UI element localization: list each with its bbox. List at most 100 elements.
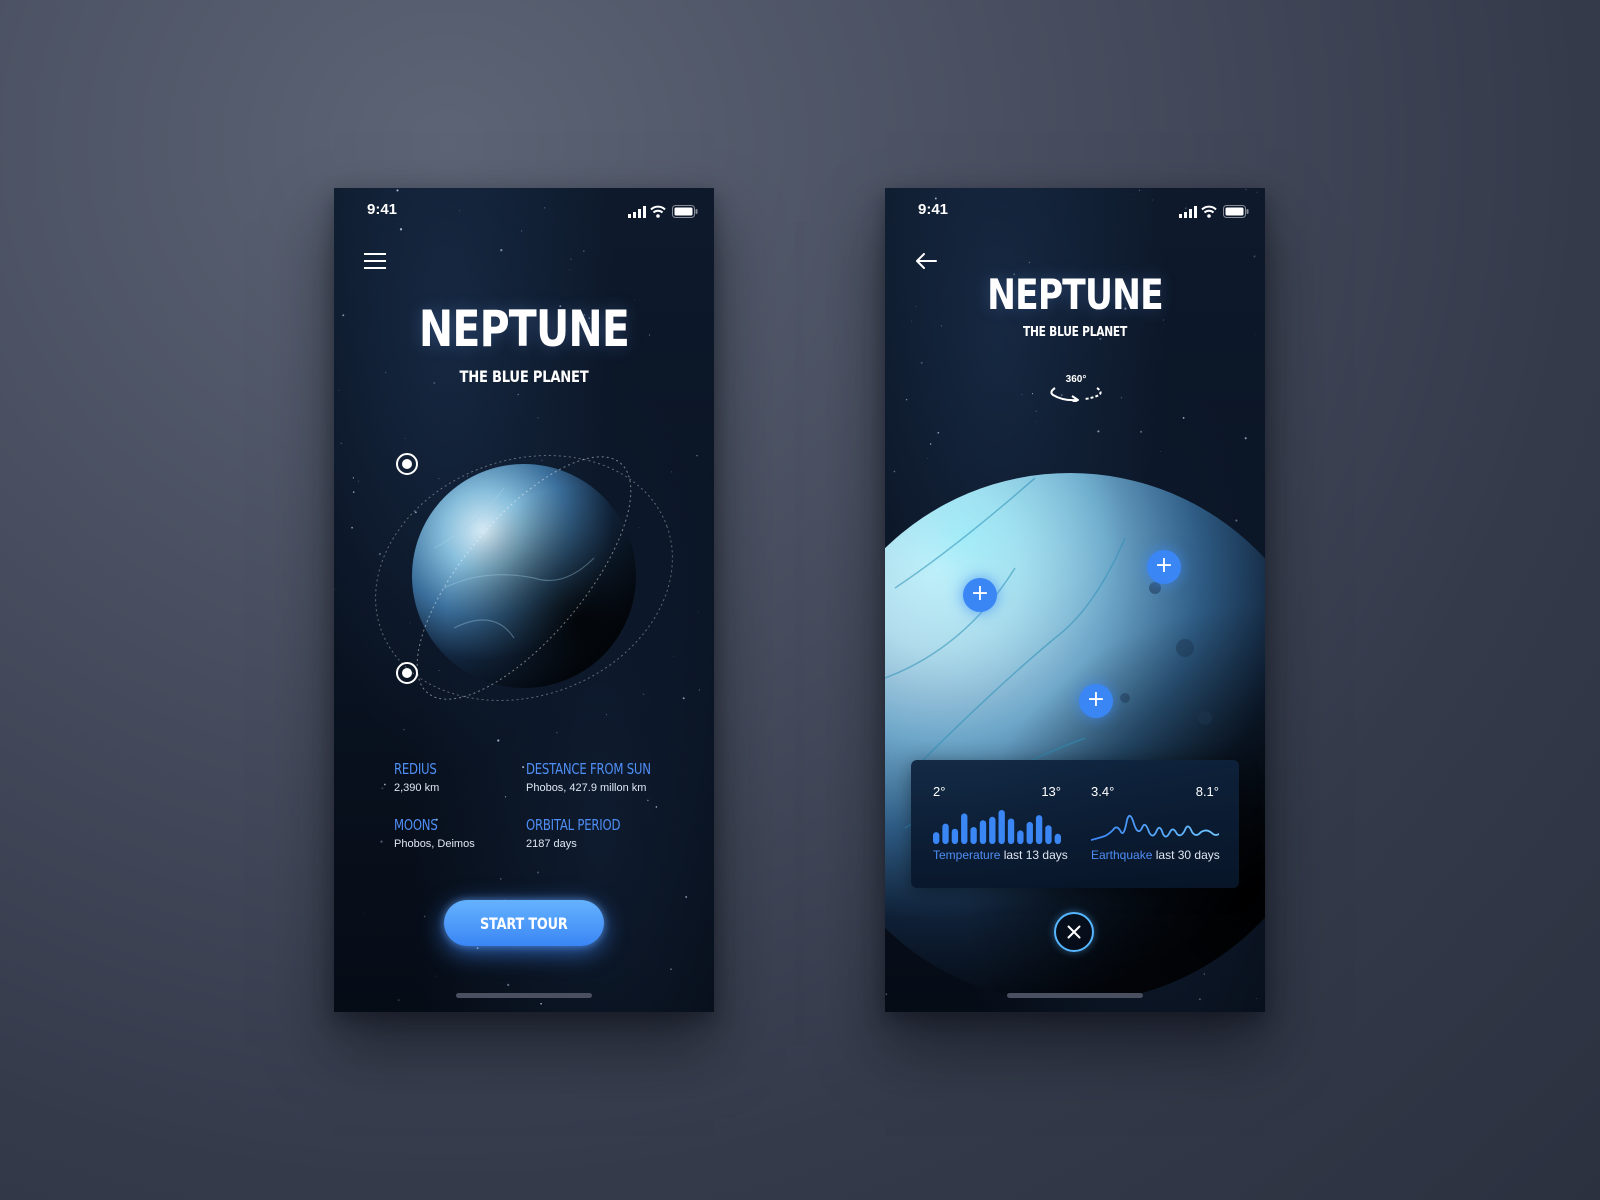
temperature-bar — [1035, 815, 1043, 844]
temperature-bar — [1017, 830, 1024, 844]
wifi-icon — [650, 205, 666, 218]
star — [905, 398, 908, 401]
star — [570, 258, 572, 260]
moon-marker-deimos[interactable] — [396, 453, 418, 475]
status-time: 9:41 — [367, 201, 398, 218]
hotspot-plus-icon[interactable]: + — [1147, 550, 1181, 584]
back-arrow-icon[interactable] — [915, 252, 937, 270]
star — [569, 269, 570, 271]
star — [497, 739, 500, 742]
earthquake-metric: 3.4° 8.1° Earthquake last 30 days — [1091, 774, 1220, 874]
star — [1120, 397, 1123, 399]
stat-value: 2187 days — [526, 838, 577, 850]
star — [396, 189, 399, 192]
star — [1198, 998, 1201, 1001]
star — [1256, 191, 1258, 193]
temperature-bar — [1045, 825, 1052, 844]
star — [1035, 421, 1037, 423]
temperature-caption: Temperature last 13 days — [933, 848, 1068, 862]
temperature-bar — [951, 828, 959, 844]
temperature-bar — [989, 816, 996, 844]
temperature-caption-period: last 13 days — [1003, 848, 1068, 862]
status-time: 9:41 — [918, 201, 949, 218]
page-subtitle: THE BLUE PLANET — [459, 367, 589, 386]
temperature-bar — [1007, 818, 1015, 844]
signal-icon — [628, 206, 646, 218]
planet-detail-screen: 9:41 NEPTUNE THE BLUE PLANET 360° + + + — [885, 188, 1265, 1012]
star — [403, 729, 405, 731]
star — [937, 431, 940, 434]
temperature-bar — [1026, 821, 1033, 844]
rotate-360-icon[interactable]: 360° — [1047, 374, 1105, 402]
star — [380, 840, 383, 843]
temperature-caption-title: Temperature — [933, 848, 1001, 862]
planet-metrics-card: 2° 13° Temperature last 13 days 3.4° 8.1… — [911, 760, 1239, 888]
star — [1255, 997, 1257, 1000]
start-tour-button[interactable]: START TOUR — [444, 900, 604, 946]
earthquake-line-chart — [1091, 814, 1219, 841]
star — [537, 871, 540, 874]
star — [384, 783, 386, 786]
temperature-bar — [1054, 833, 1061, 844]
stat-label: REDIUS — [394, 760, 437, 778]
star — [1253, 255, 1256, 258]
status-icons — [1179, 205, 1249, 219]
star — [655, 806, 658, 808]
wifi-icon — [1201, 205, 1217, 218]
start-tour-label: START TOUR — [480, 913, 568, 933]
page-subtitle: THE BLUE PLANET — [1022, 325, 1128, 340]
star — [1035, 410, 1038, 413]
moon-marker-phobos[interactable] — [396, 662, 418, 684]
battery-icon — [1223, 205, 1249, 218]
star — [423, 915, 426, 918]
star — [647, 799, 649, 802]
star — [521, 230, 523, 232]
home-indicator[interactable] — [456, 993, 592, 998]
temperature-bar — [970, 827, 977, 844]
close-button[interactable] — [1054, 912, 1094, 952]
planet-overview-screen: 9:41 NEPTUNE THE BLUE PLANET REDIUS 2,39… — [334, 188, 714, 1012]
star — [399, 228, 403, 231]
star — [1097, 430, 1100, 433]
star — [934, 197, 937, 200]
star — [1031, 393, 1034, 395]
hotspot-plus-icon[interactable]: + — [1079, 684, 1113, 718]
star — [1182, 417, 1185, 419]
star — [920, 361, 923, 364]
temperature-max: 13° — [1041, 784, 1061, 799]
star — [1254, 333, 1256, 335]
star — [1152, 199, 1154, 201]
page-title: NEPTUNE — [987, 270, 1163, 319]
menu-icon[interactable] — [364, 252, 386, 270]
star — [507, 983, 510, 987]
temperature-bar — [933, 832, 940, 844]
earthquake-max: 8.1° — [1195, 784, 1219, 799]
star — [517, 393, 519, 396]
stat-label: MOONS — [394, 816, 438, 834]
star — [459, 210, 460, 212]
star — [915, 306, 917, 307]
star — [342, 314, 345, 317]
star — [504, 796, 507, 798]
star — [1245, 188, 1247, 191]
star — [1021, 393, 1023, 396]
earthquake-caption-period: last 30 days — [1155, 848, 1220, 862]
temperature-metric: 2° 13° Temperature last 13 days — [933, 774, 1068, 874]
star — [1028, 261, 1031, 264]
signal-icon — [1179, 206, 1197, 218]
temperature-min: 2° — [933, 784, 946, 799]
stat-distance: DESTANCE FROM SUN Phobos, 427.9 millon k… — [526, 760, 686, 794]
star — [911, 320, 913, 322]
star — [544, 207, 546, 209]
home-indicator[interactable] — [1007, 993, 1143, 998]
star — [996, 1010, 998, 1012]
star — [1140, 430, 1143, 433]
hotspot-plus-icon[interactable]: + — [963, 578, 997, 612]
star — [500, 878, 502, 880]
temperature-bar — [979, 820, 987, 844]
battery-icon — [672, 205, 698, 218]
star — [537, 417, 539, 419]
star — [381, 787, 384, 790]
star — [397, 218, 399, 220]
star — [540, 1002, 542, 1005]
